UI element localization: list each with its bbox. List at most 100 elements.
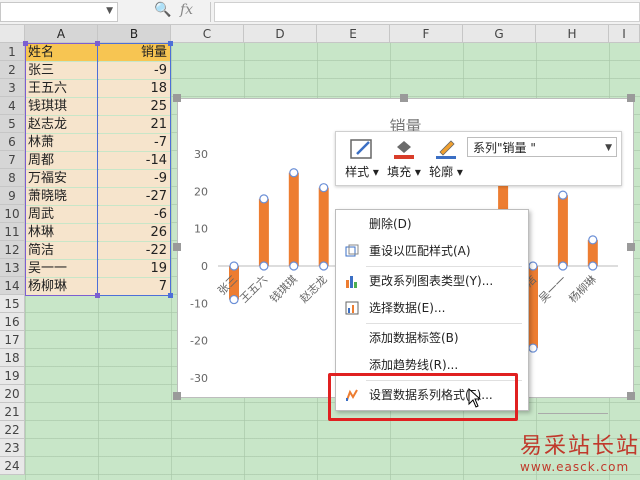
row-header[interactable]: 2 xyxy=(0,61,25,79)
column-header[interactable]: A xyxy=(25,25,98,43)
range-handle[interactable] xyxy=(168,293,173,298)
data-point-marker[interactable] xyxy=(528,261,538,271)
chart-resize-handle[interactable] xyxy=(173,392,181,400)
menu-divider xyxy=(366,266,522,267)
column-header[interactable]: F xyxy=(390,25,463,43)
chart-mini-toolbar: 样式 ▾ 填充 ▾ 轮廓 ▾ 系列"销量 " ▼ xyxy=(335,131,622,186)
range-handle[interactable] xyxy=(95,41,100,46)
outline-button[interactable]: 轮廓 ▾ xyxy=(424,136,468,182)
chart-resize-handle[interactable] xyxy=(627,94,635,102)
series-select[interactable]: 系列"销量 " ▼ xyxy=(467,137,617,157)
row-header[interactable]: 21 xyxy=(0,403,25,421)
menu-label: 重设以匹配样式(A) xyxy=(369,244,471,258)
style-label: 样式 xyxy=(345,165,370,179)
chart-resize-handle[interactable] xyxy=(627,243,635,251)
row-header[interactable]: 5 xyxy=(0,115,25,133)
row-header[interactable]: 20 xyxy=(0,385,25,403)
data-point-marker[interactable] xyxy=(259,194,269,204)
row-header[interactable]: 23 xyxy=(0,439,25,457)
data-point-marker[interactable] xyxy=(558,190,568,200)
row-header[interactable]: 4 xyxy=(0,97,25,115)
y-tick-label: 30 xyxy=(194,148,208,161)
pen-icon xyxy=(436,140,456,159)
data-bar[interactable] xyxy=(258,198,269,266)
formula-input[interactable] xyxy=(214,2,640,22)
style-button[interactable]: 样式 ▾ xyxy=(340,136,384,182)
x-tick-label: 吴一一 xyxy=(536,273,569,306)
data-point-marker[interactable] xyxy=(528,343,538,353)
row-header[interactable]: 10 xyxy=(0,205,25,223)
data-point-marker[interactable] xyxy=(259,261,269,271)
column-header[interactable]: I xyxy=(609,25,640,43)
series-value-range-highlight xyxy=(97,43,171,296)
range-handle[interactable] xyxy=(23,41,28,46)
menu-item-select-data[interactable]: 选择数据(E)... xyxy=(336,297,528,319)
row-header[interactable]: 11 xyxy=(0,223,25,241)
watermark-line xyxy=(538,413,608,422)
column-header[interactable]: E xyxy=(317,25,390,43)
row-header[interactable]: 15 xyxy=(0,295,25,313)
data-point-marker[interactable] xyxy=(319,261,329,271)
menu-label: 更改系列图表类型(Y)... xyxy=(369,274,494,288)
bar-chart-icon xyxy=(346,276,357,288)
row-header[interactable]: 7 xyxy=(0,151,25,169)
row-header[interactable]: 22 xyxy=(0,421,25,439)
menu-item-change-chart-type[interactable]: 更改系列图表类型(Y)... xyxy=(336,270,528,292)
fill-label: 填充 xyxy=(387,165,412,179)
chart-resize-handle[interactable] xyxy=(400,94,408,102)
data-bar[interactable] xyxy=(318,187,329,266)
y-tick-label: -10 xyxy=(190,297,208,310)
column-header[interactable]: H xyxy=(536,25,609,43)
highlight-box xyxy=(328,373,518,421)
data-point-marker[interactable] xyxy=(289,168,299,178)
range-handle[interactable] xyxy=(95,293,100,298)
data-point-marker[interactable] xyxy=(558,261,568,271)
chart-resize-handle[interactable] xyxy=(173,94,181,102)
select-all-corner[interactable] xyxy=(0,25,25,43)
x-tick-label: 钱琪琪 xyxy=(267,272,300,305)
row-header[interactable]: 14 xyxy=(0,277,25,295)
column-header[interactable]: B xyxy=(98,25,171,43)
data-point-marker[interactable] xyxy=(588,261,598,271)
select-data-icon xyxy=(345,301,359,315)
menu-label: 添加趋势线(R)... xyxy=(369,358,459,372)
row-header[interactable]: 19 xyxy=(0,367,25,385)
row-header[interactable]: 13 xyxy=(0,259,25,277)
row-header[interactable]: 9 xyxy=(0,187,25,205)
column-header[interactable]: G xyxy=(463,25,536,43)
row-header[interactable]: 17 xyxy=(0,331,25,349)
range-handle[interactable] xyxy=(168,41,173,46)
data-point-marker[interactable] xyxy=(319,183,329,193)
row-header[interactable]: 18 xyxy=(0,349,25,367)
name-box[interactable]: ▼ xyxy=(0,2,118,22)
row-header[interactable]: 12 xyxy=(0,241,25,259)
data-point-marker[interactable] xyxy=(588,235,598,245)
fill-button[interactable]: 填充 ▾ xyxy=(382,136,426,182)
menu-item-add-data-labels[interactable]: 添加数据标签(B) xyxy=(336,327,528,349)
outline-label: 轮廓 xyxy=(429,165,454,179)
row-header[interactable]: 24 xyxy=(0,457,25,475)
mouse-pointer-icon xyxy=(468,388,482,408)
chart-resize-handle[interactable] xyxy=(173,243,181,251)
data-bar[interactable] xyxy=(557,195,568,266)
menu-item-reset-style[interactable]: 重设以匹配样式(A) xyxy=(336,240,528,262)
data-point-marker[interactable] xyxy=(229,261,239,271)
y-tick-label: 20 xyxy=(194,185,208,198)
zoom-icon[interactable]: 🔍 xyxy=(154,2,171,18)
x-tick-label: 杨柳琳 xyxy=(566,272,599,305)
data-point-marker[interactable] xyxy=(289,261,299,271)
chevron-down-icon[interactable]: ▼ xyxy=(106,6,113,16)
column-header[interactable]: D xyxy=(244,25,317,43)
chart-resize-handle[interactable] xyxy=(627,392,635,400)
row-header[interactable]: 8 xyxy=(0,169,25,187)
row-header[interactable]: 16 xyxy=(0,313,25,331)
row-header[interactable]: 6 xyxy=(0,133,25,151)
paint-bucket-icon xyxy=(394,141,414,159)
x-tick-label: 赵志龙 xyxy=(297,272,330,305)
menu-item-delete[interactable]: 删除(D) xyxy=(336,213,528,235)
column-header[interactable]: C xyxy=(171,25,244,43)
data-bar[interactable] xyxy=(288,172,299,266)
row-header[interactable]: 3 xyxy=(0,79,25,97)
fx-icon[interactable]: fx xyxy=(180,2,193,18)
row-header[interactable]: 1 xyxy=(0,43,25,61)
